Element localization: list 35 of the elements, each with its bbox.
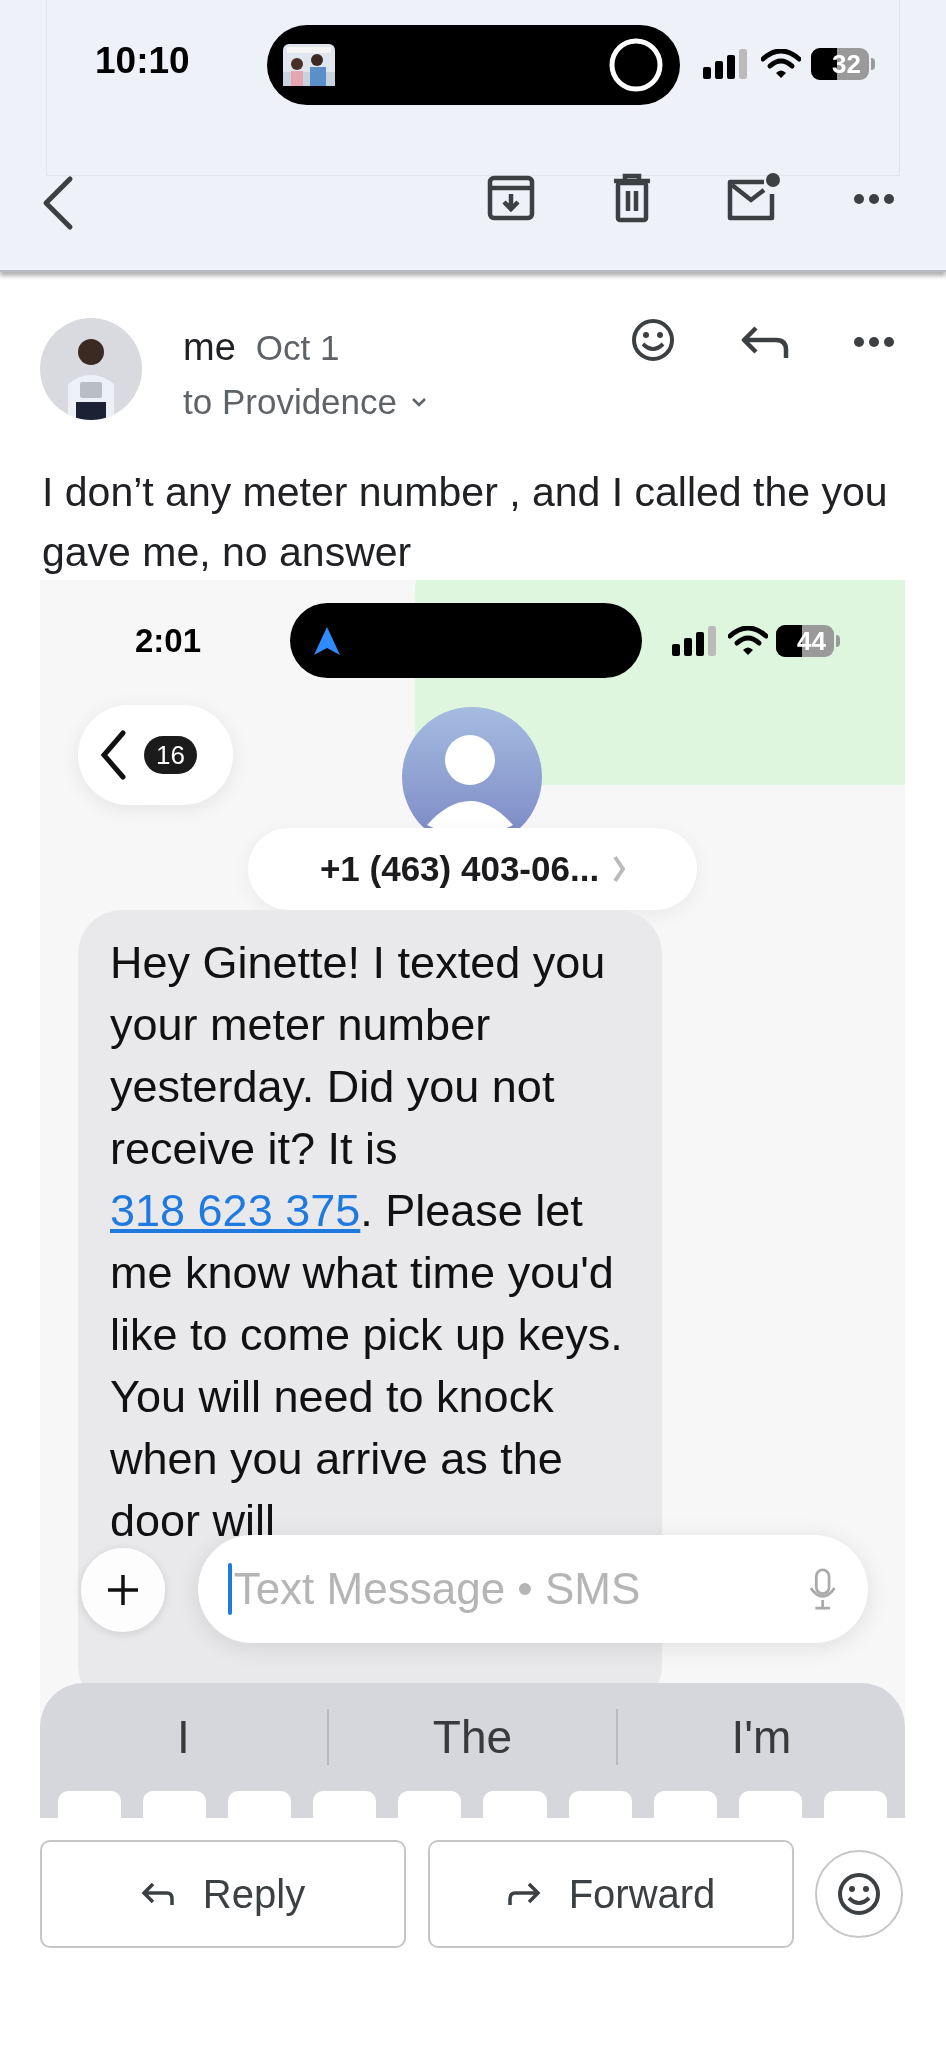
status-time: 2:01 (135, 624, 202, 657)
emoji-icon[interactable] (837, 1872, 881, 1916)
wifi-icon (728, 626, 768, 656)
message-date: Oct 1 (255, 330, 340, 365)
plus-icon (106, 1573, 140, 1607)
chevron-right-icon (613, 855, 626, 883)
reply-button[interactable]: Reply (40, 1840, 406, 1948)
back-button[interactable]: 16 (78, 705, 233, 805)
chevron-down-icon (411, 396, 428, 407)
message-body: I don’t any meter number , and I called the you gave me, no answer (42, 468, 889, 577)
emoji-button[interactable] (815, 1850, 903, 1938)
back-icon (100, 729, 126, 781)
reply-icon (140, 1881, 175, 1907)
sender-name: me (183, 328, 236, 366)
unread-count: 16 (144, 736, 197, 774)
message-input[interactable]: Text Message • SMS (233, 1556, 809, 1622)
status-time: 10:10 (95, 42, 190, 79)
emoji-icon[interactable] (631, 318, 675, 362)
archive-icon[interactable] (487, 175, 535, 221)
more-icon[interactable] (853, 193, 895, 205)
suggestion[interactable]: I'm (618, 1702, 905, 1772)
wifi-icon (761, 49, 801, 79)
recipients-toggle[interactable]: to Providence (183, 384, 428, 419)
location-arrow-icon (314, 626, 340, 655)
mail-unread-icon[interactable] (726, 172, 782, 222)
message-input-field[interactable]: Text Message • SMS (198, 1535, 868, 1643)
suggestion[interactable]: I (40, 1702, 327, 1772)
forward-button[interactable]: Forward (428, 1840, 794, 1948)
ring-icon (608, 37, 664, 93)
trash-icon[interactable] (612, 173, 652, 223)
forward-icon (506, 1881, 541, 1907)
phone-link[interactable]: 318 623 375 (110, 1185, 361, 1236)
suggestion[interactable]: The (329, 1702, 616, 1772)
more-icon[interactable] (853, 336, 895, 348)
reply-icon[interactable] (740, 324, 790, 360)
